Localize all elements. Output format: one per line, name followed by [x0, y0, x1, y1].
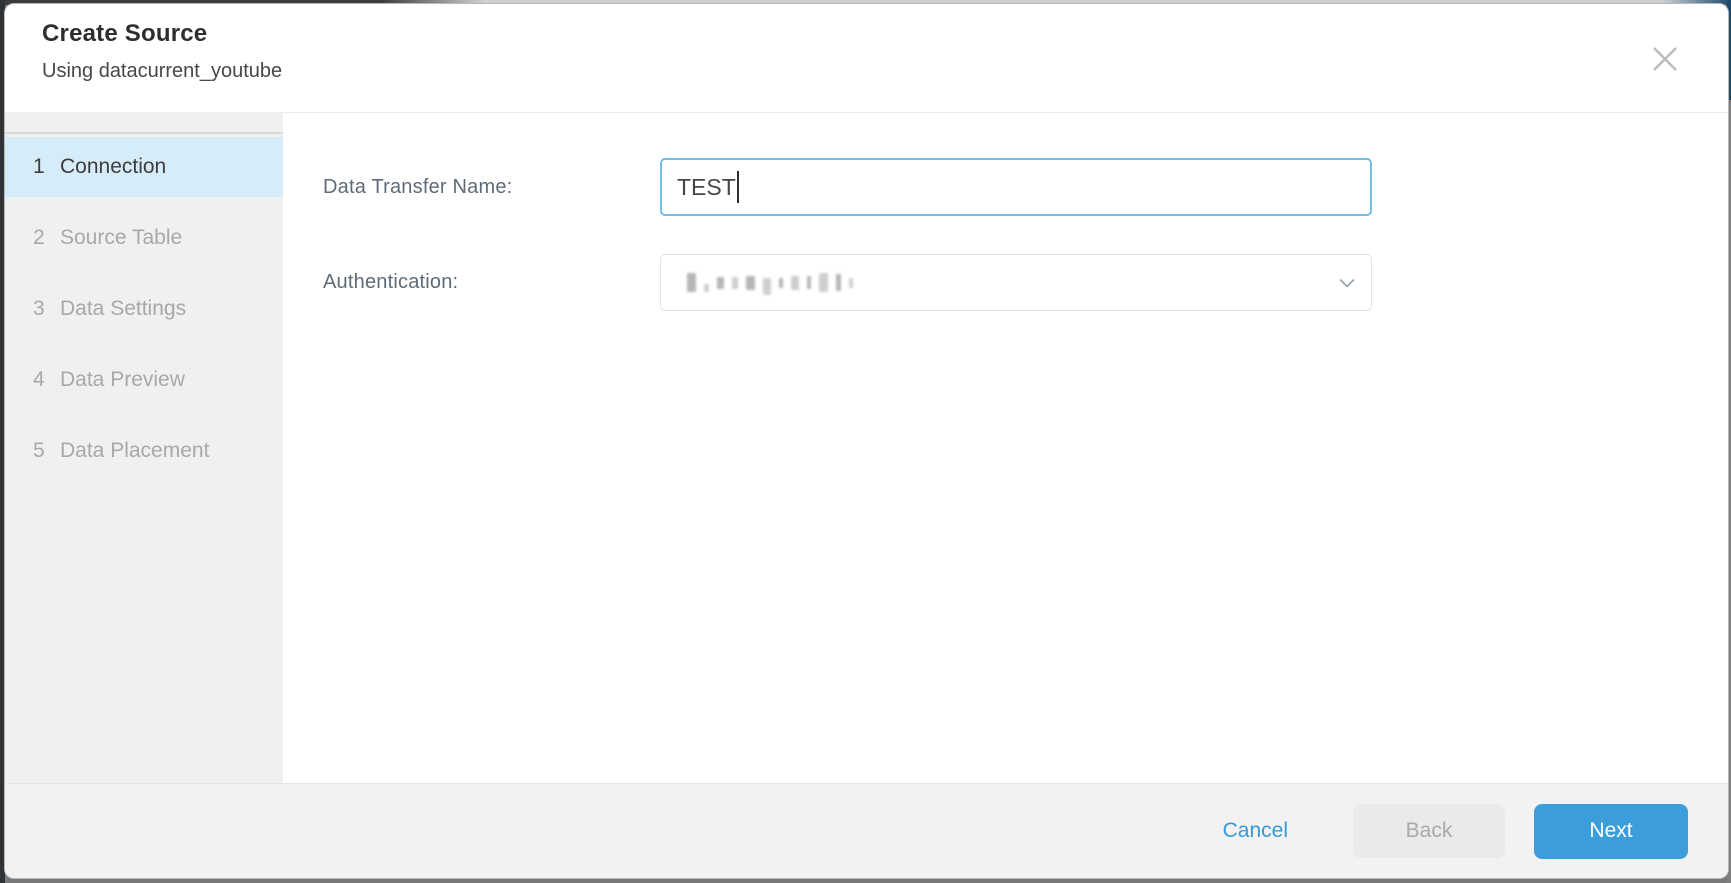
step-number: 3 — [33, 297, 45, 320]
back-button[interactable]: Back — [1353, 804, 1505, 858]
create-source-dialog: Create Source Using datacurrent_youtube … — [5, 4, 1728, 878]
dialog-body: 1 Connection 2 Source Table 3 Data Setti… — [5, 113, 1728, 783]
close-button[interactable] — [1648, 42, 1682, 76]
step-number: 2 — [33, 226, 45, 249]
dialog-subtitle: Using datacurrent_youtube — [42, 60, 283, 82]
cancel-button[interactable]: Cancel — [1209, 809, 1302, 853]
step-item-data-preview[interactable]: 4 Data Preview — [5, 350, 283, 410]
step-item-data-settings[interactable]: 3 Data Settings — [5, 279, 283, 339]
steps-sidebar: 1 Connection 2 Source Table 3 Data Setti… — [5, 113, 283, 783]
step-item-source-table[interactable]: 2 Source Table — [5, 208, 283, 268]
dialog-header: Create Source Using datacurrent_youtube — [5, 4, 1728, 113]
data-transfer-name-value: TEST — [677, 173, 736, 200]
step-number: 5 — [33, 439, 45, 462]
step-label: Source Table — [60, 226, 183, 249]
steps-sidebar-divider — [5, 113, 283, 134]
dialog-title: Create Source — [42, 20, 208, 47]
authentication-label: Authentication: — [323, 271, 459, 293]
close-icon — [1650, 44, 1680, 74]
chevron-down-icon — [1339, 278, 1355, 287]
next-button[interactable]: Next — [1534, 803, 1688, 859]
text-cursor — [736, 171, 739, 203]
step-item-connection[interactable]: 1 Connection — [5, 137, 283, 197]
step-number: 1 — [33, 155, 45, 178]
step-item-data-placement[interactable]: 5 Data Placement — [5, 421, 283, 481]
steps-list: 1 Connection 2 Source Table 3 Data Setti… — [5, 134, 283, 481]
data-transfer-name-label: Data Transfer Name: — [323, 175, 513, 198]
data-transfer-name-row: Data Transfer Name: TEST — [323, 158, 1728, 216]
step-label: Connection — [60, 155, 167, 178]
step-label: Data Settings — [60, 297, 187, 320]
step-label: Data Placement — [60, 439, 210, 462]
dialog-footer: Cancel Back Next — [5, 783, 1728, 878]
authentication-select[interactable] — [660, 254, 1372, 311]
authentication-row: Authentication: — [323, 254, 1728, 311]
step-label: Data Preview — [60, 368, 185, 391]
data-transfer-name-input[interactable]: TEST — [660, 158, 1372, 216]
connection-step-form: Data Transfer Name: TEST Authentication: — [283, 113, 1728, 783]
step-number: 4 — [33, 368, 45, 391]
authentication-value-redacted — [687, 270, 861, 295]
